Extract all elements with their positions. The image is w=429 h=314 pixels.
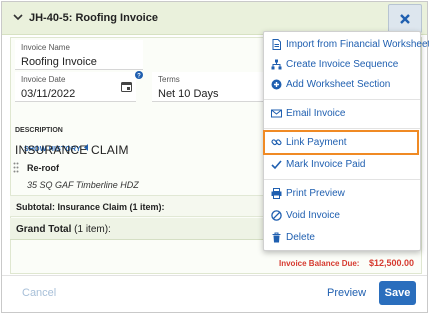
preview-button[interactable]: Preview: [327, 287, 366, 299]
close-button[interactable]: [388, 4, 422, 33]
menu-item-create-sequence-label: Create Invoice Sequence: [286, 59, 399, 70]
document-icon: [272, 39, 281, 50]
panel-title: JH-40-5: Roofing Invoice: [29, 12, 158, 24]
envelope-icon: [271, 109, 282, 118]
svg-text:?: ?: [137, 73, 141, 79]
grand-total-row: Grand Total (1 item):: [10, 218, 265, 240]
footer-bar: Cancel Preview Save: [2, 275, 427, 312]
invoice-name-label: Invoice Name: [21, 43, 70, 52]
hierarchy-icon: [271, 59, 282, 70]
void-icon: [271, 210, 282, 221]
menu-item-mark-paid-label: Mark Invoice Paid: [286, 159, 366, 170]
menu-item-void[interactable]: Void Invoice: [264, 206, 420, 226]
line-item-description: 35 SQ GAF Timberline HDZ: [27, 180, 139, 190]
menu-item-add-section-label: Add Worksheet Section: [286, 79, 391, 90]
plus-circle-icon: [271, 79, 282, 90]
menu-item-email[interactable]: Email Invoice: [264, 104, 420, 124]
menu-item-delete-label: Delete: [286, 232, 315, 243]
terms-label: Terms: [158, 75, 180, 84]
menu-divider: [264, 179, 420, 180]
subtotal-row: Subtotal: Insurance Claim (1 item):: [10, 195, 265, 217]
menu-divider: [264, 99, 420, 100]
terms-value: Net 10 Days: [158, 88, 219, 100]
checkmark-icon: [271, 160, 282, 170]
grand-total-count: (1 item):: [74, 224, 111, 235]
subtotal-label: Subtotal: Insurance Claim (1 item):: [16, 202, 165, 212]
menu-item-delete[interactable]: Delete: [264, 228, 420, 248]
cancel-button[interactable]: Cancel: [22, 287, 56, 299]
menu-item-print-preview-label: Print Preview: [286, 188, 345, 199]
description-header: DESCRIPTION: [15, 127, 63, 134]
highlight-outline: [263, 130, 419, 155]
chevron-down-icon[interactable]: [11, 10, 25, 24]
invoice-name-value: Roofing Invoice: [21, 56, 97, 68]
terms-field[interactable]: Terms Net 10 Days: [152, 72, 267, 102]
menu-item-void-label: Void Invoice: [286, 210, 340, 221]
save-button[interactable]: Save: [379, 281, 416, 305]
trash-icon: [272, 232, 281, 243]
invoice-date-label: Invoice Date: [21, 75, 66, 84]
menu-item-print-preview[interactable]: Print Preview: [264, 184, 420, 204]
menu-item-email-label: Email Invoice: [286, 108, 346, 119]
printer-icon: [271, 188, 282, 199]
line-item-name: Re-roof: [27, 163, 59, 173]
grand-total-text: Grand Total: [16, 224, 72, 235]
menu-item-import[interactable]: Import from Financial Worksheet: [264, 35, 429, 55]
menu-item-add-section[interactable]: Add Worksheet Section: [264, 75, 420, 95]
menu-item-mark-paid[interactable]: Mark Invoice Paid: [264, 155, 420, 175]
invoice-name-field[interactable]: Invoice Name Roofing Invoice: [15, 40, 143, 70]
menu-item-import-label: Import from Financial Worksheet: [286, 39, 429, 50]
menu-divider: [264, 128, 420, 129]
menu-item-create-sequence[interactable]: Create Invoice Sequence: [264, 55, 420, 75]
close-icon: [400, 13, 410, 24]
drag-handle-icon[interactable]: [13, 162, 19, 173]
section-title: INSURANCE CLAIM: [15, 143, 129, 157]
balance-due-value: $12,500.00: [369, 258, 415, 268]
invoice-date-value: 03/11/2022: [21, 88, 76, 100]
help-icon[interactable]: ?: [135, 71, 143, 79]
invoice-date-field[interactable]: Invoice Date 03/11/2022: [15, 72, 136, 102]
grand-total-label: Grand Total (1 item):: [16, 224, 111, 235]
calendar-icon[interactable]: [121, 81, 132, 92]
balance-due-label: Invoice Balance Due:: [279, 259, 360, 268]
